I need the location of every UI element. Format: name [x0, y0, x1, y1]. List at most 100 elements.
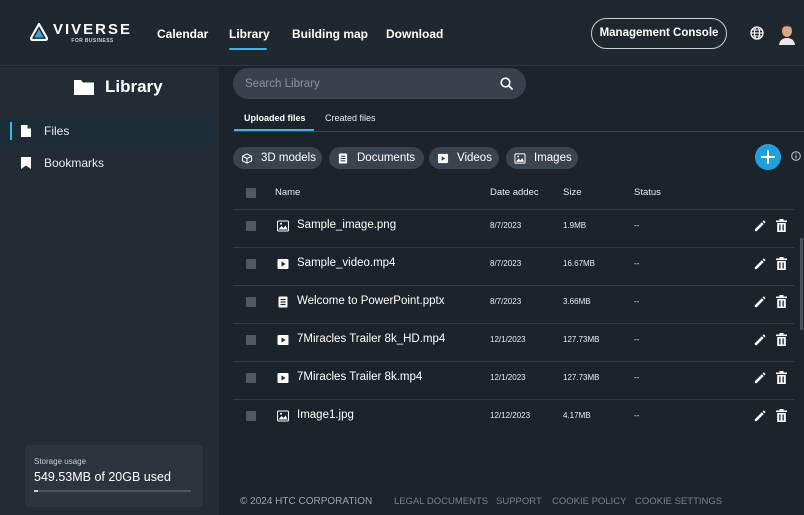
video-icon: [277, 259, 289, 269]
trash-icon[interactable]: [776, 257, 787, 270]
row-divider: [233, 323, 794, 324]
file-date: 8/7/2023: [490, 259, 522, 268]
row-checkbox[interactable]: [246, 221, 256, 231]
row-divider: [233, 361, 794, 362]
footer-copyright: © 2024 HTC CORPORATION: [240, 496, 373, 507]
video-icon: [277, 335, 289, 345]
table-scrollbar[interactable]: [800, 238, 803, 330]
file-name: Welcome to PowerPoint.pptx: [297, 295, 445, 307]
globe-icon[interactable]: [750, 26, 764, 40]
trash-icon[interactable]: [776, 295, 787, 308]
row-checkbox[interactable]: [246, 373, 256, 383]
sidebar-title: Library: [105, 77, 163, 96]
filter-videos[interactable]: Videos: [429, 147, 499, 169]
row-divider: [233, 399, 794, 400]
column-header-status[interactable]: Status: [634, 187, 661, 198]
image-icon: [514, 152, 526, 164]
image-icon: [277, 410, 289, 422]
sidebar: Library Files Bookmarks Storage usage 54…: [0, 67, 219, 515]
column-header-name[interactable]: Name: [275, 187, 300, 198]
file-size: 3.66MB: [563, 297, 591, 306]
file-status: --: [634, 335, 640, 344]
file-size: 127.73MB: [563, 373, 600, 382]
nav-calendar[interactable]: Calendar: [157, 27, 208, 41]
tabs-divider: [233, 131, 804, 132]
viverse-logo[interactable]: VIVERSE FOR BUSINESS: [30, 22, 132, 44]
video-icon: [277, 373, 289, 383]
storage-progress-fill: [34, 490, 39, 492]
filter-label: Images: [534, 152, 572, 164]
sidebar-item-label: Bookmarks: [44, 156, 105, 170]
management-console-button[interactable]: Management Console: [591, 18, 727, 49]
column-header-date[interactable]: Date addec: [490, 187, 539, 198]
storage-value: 549.53MB of 20GB used: [34, 470, 171, 484]
folder-icon: [74, 80, 94, 95]
filter-3d-models[interactable]: 3D models: [233, 147, 322, 169]
add-file-button[interactable]: [755, 144, 781, 170]
file-size: 4.17MB: [563, 411, 591, 420]
nav-active-indicator: [229, 48, 267, 50]
row-checkbox[interactable]: [246, 411, 256, 421]
footer-link-support[interactable]: SUPPORT: [496, 496, 542, 507]
file-status: --: [634, 221, 640, 230]
select-all-checkbox[interactable]: [246, 188, 256, 198]
trash-icon[interactable]: [776, 409, 787, 422]
cube-icon: [241, 152, 253, 164]
sidebar-item-bookmarks[interactable]: Bookmarks: [0, 147, 213, 179]
video-icon: [437, 153, 449, 163]
edit-icon[interactable]: [753, 333, 766, 346]
storage-label: Storage usage: [34, 457, 87, 466]
row-checkbox[interactable]: [246, 297, 256, 307]
sidebar-item-label: Files: [44, 124, 70, 138]
sidebar-item-files[interactable]: Files: [0, 115, 213, 147]
edit-icon[interactable]: [753, 219, 766, 232]
filter-images[interactable]: Images: [506, 147, 578, 169]
image-icon: [277, 220, 289, 232]
file-size: 1.9MB: [563, 221, 587, 230]
edit-icon[interactable]: [753, 409, 766, 422]
row-divider: [233, 247, 794, 248]
nav-library[interactable]: Library: [229, 27, 270, 41]
footer-link-legal-documents[interactable]: LEGAL DOCUMENTS: [394, 496, 488, 507]
nav-download[interactable]: Download: [386, 27, 443, 41]
table-header-divider: [233, 209, 794, 210]
bookmark-icon: [21, 157, 31, 169]
logo-wordmark: VIVERSE: [53, 21, 133, 38]
edit-icon[interactable]: [753, 371, 766, 384]
nav-building-map[interactable]: Building map: [292, 27, 368, 41]
row-checkbox[interactable]: [246, 335, 256, 345]
edit-icon[interactable]: [753, 295, 766, 308]
file-icon: [21, 125, 31, 137]
edit-icon[interactable]: [753, 257, 766, 270]
file-status: --: [634, 373, 640, 382]
filter-label: 3D models: [261, 152, 316, 164]
column-header-size[interactable]: Size: [563, 187, 581, 198]
file-status: --: [634, 259, 640, 268]
file-date: 12/12/2023: [490, 411, 531, 420]
file-date: 12/1/2023: [490, 373, 526, 382]
file-name: Sample_image.png: [297, 219, 397, 231]
info-icon[interactable]: [791, 151, 801, 161]
tab-uploaded-files[interactable]: Uploaded files: [244, 113, 306, 123]
footer-link-cookie-settings[interactable]: COOKIE SETTINGS: [635, 496, 722, 507]
trash-icon[interactable]: [776, 333, 787, 346]
filter-label: Documents: [357, 152, 416, 164]
trash-icon[interactable]: [776, 371, 787, 384]
file-name: Sample_video.mp4: [297, 257, 396, 269]
document-icon: [338, 152, 348, 164]
user-avatar[interactable]: [778, 23, 796, 45]
footer-link-cookie-policy[interactable]: COOKIE POLICY: [552, 496, 626, 507]
trash-icon[interactable]: [776, 219, 787, 232]
tab-created-files[interactable]: Created files: [325, 113, 376, 123]
file-name: 7Miracles Trailer 8k_HD.mp4: [297, 333, 446, 345]
file-size: 16.67MB: [563, 259, 596, 268]
search-icon[interactable]: [500, 77, 513, 90]
file-size: 127.73MB: [563, 335, 600, 344]
filter-documents[interactable]: Documents: [329, 147, 424, 169]
row-checkbox[interactable]: [246, 259, 256, 269]
sidebar-header: Library: [73, 77, 163, 97]
search-bar: [233, 68, 526, 99]
storage-usage-card: Storage usage 549.53MB of 20GB used: [25, 445, 203, 507]
file-date: 8/7/2023: [490, 221, 522, 230]
search-input[interactable]: [245, 68, 485, 99]
